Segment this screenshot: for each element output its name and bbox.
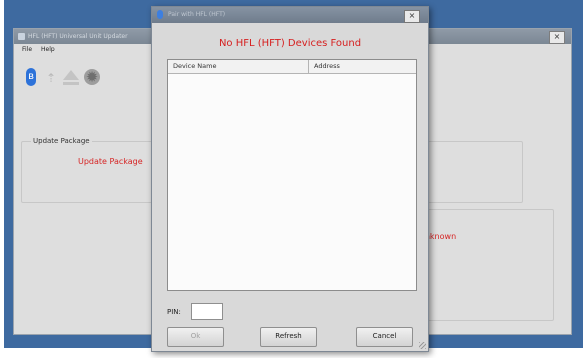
update-package-group-label: Update Package (31, 137, 92, 145)
pin-input[interactable] (191, 303, 223, 320)
usb-icon[interactable]: ⇡ (46, 72, 58, 84)
eject-icon-bar (63, 82, 79, 85)
bluetooth-icon (157, 10, 163, 19)
update-status-text: Update Package (78, 157, 143, 166)
device-list-header: Device Name Address (168, 60, 416, 74)
gear-icon[interactable]: ✹ (84, 69, 100, 85)
resize-grip[interactable] (419, 342, 426, 349)
toolbar: ʙ ⇡ ✹ (26, 68, 126, 90)
cancel-button[interactable]: Cancel (356, 327, 413, 347)
main-close-button[interactable]: × (549, 31, 565, 44)
column-separator[interactable] (308, 60, 309, 73)
refresh-button[interactable]: Refresh (260, 327, 317, 347)
column-address[interactable]: Address (314, 62, 340, 70)
column-device-name[interactable]: Device Name (173, 62, 216, 70)
ok-button[interactable]: Ok (167, 327, 224, 347)
device-list[interactable]: Device Name Address (167, 59, 417, 291)
app-icon (18, 33, 25, 40)
pair-device-dialog: Pair with HFL (HFT) × No HFL (HFT) Devic… (151, 6, 429, 352)
bluetooth-icon[interactable]: ʙ (26, 68, 36, 86)
dialog-close-button[interactable]: × (404, 10, 420, 23)
pin-label: PIN: (167, 308, 181, 316)
menu-file[interactable]: File (22, 46, 32, 53)
dialog-title: Pair with HFL (HFT) (168, 11, 226, 18)
main-window-title: HFL (HFT) Universal Unit Updater (28, 33, 128, 40)
menu-help[interactable]: Help (41, 46, 55, 53)
no-devices-message: No HFL (HFT) Devices Found (218, 38, 362, 49)
dialog-title-bar[interactable]: Pair with HFL (HFT) × (152, 7, 428, 23)
eject-icon[interactable] (63, 70, 79, 80)
